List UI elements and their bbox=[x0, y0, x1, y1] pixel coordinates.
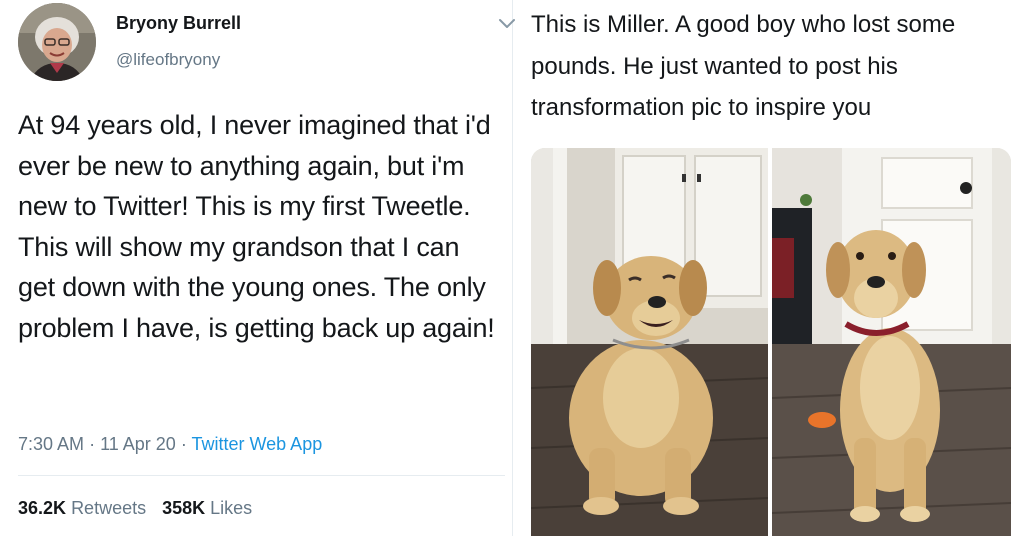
tweet-date[interactable]: 11 Apr 20 bbox=[100, 434, 176, 454]
display-name[interactable]: Bryony Burrell bbox=[116, 13, 241, 34]
stats-divider bbox=[18, 475, 505, 476]
avatar[interactable] bbox=[18, 3, 96, 81]
tweet-card-left: Bryony Burrell @lifeofbryony At 94 years… bbox=[0, 0, 512, 536]
user-handle[interactable]: @lifeofbryony bbox=[116, 50, 220, 70]
retweets-stat[interactable]: 36.2K Retweets bbox=[18, 498, 146, 518]
panel-divider bbox=[512, 0, 513, 536]
meta-separator: · bbox=[89, 434, 101, 454]
retweets-label: Retweets bbox=[71, 498, 147, 518]
dog-image-before bbox=[531, 148, 768, 536]
likes-stat[interactable]: 358K Likes bbox=[162, 498, 252, 518]
chevron-down-icon[interactable] bbox=[494, 14, 520, 32]
tweet-text: At 94 years old, I never imagined that i… bbox=[18, 110, 495, 343]
tweet-stats: 36.2K Retweets 358K Likes bbox=[18, 498, 252, 519]
tweet-meta: 7:30 AM · 11 Apr 20 · Twitter Web App bbox=[18, 434, 322, 455]
dog-photo-after[interactable] bbox=[772, 148, 1011, 536]
retweets-count: 36.2K bbox=[18, 498, 67, 518]
avatar-portrait bbox=[18, 3, 96, 81]
tweet-time[interactable]: 7:30 AM bbox=[18, 434, 84, 454]
meta-separator: · bbox=[180, 434, 192, 454]
tweet-text-right: This is Miller. A good boy who lost some… bbox=[531, 11, 956, 121]
tweet-source-link[interactable]: Twitter Web App bbox=[191, 434, 322, 454]
dog-photo-before[interactable] bbox=[531, 148, 768, 536]
likes-label: Likes bbox=[210, 498, 253, 518]
dog-image-after bbox=[772, 148, 1011, 536]
likes-count: 358K bbox=[162, 498, 206, 518]
